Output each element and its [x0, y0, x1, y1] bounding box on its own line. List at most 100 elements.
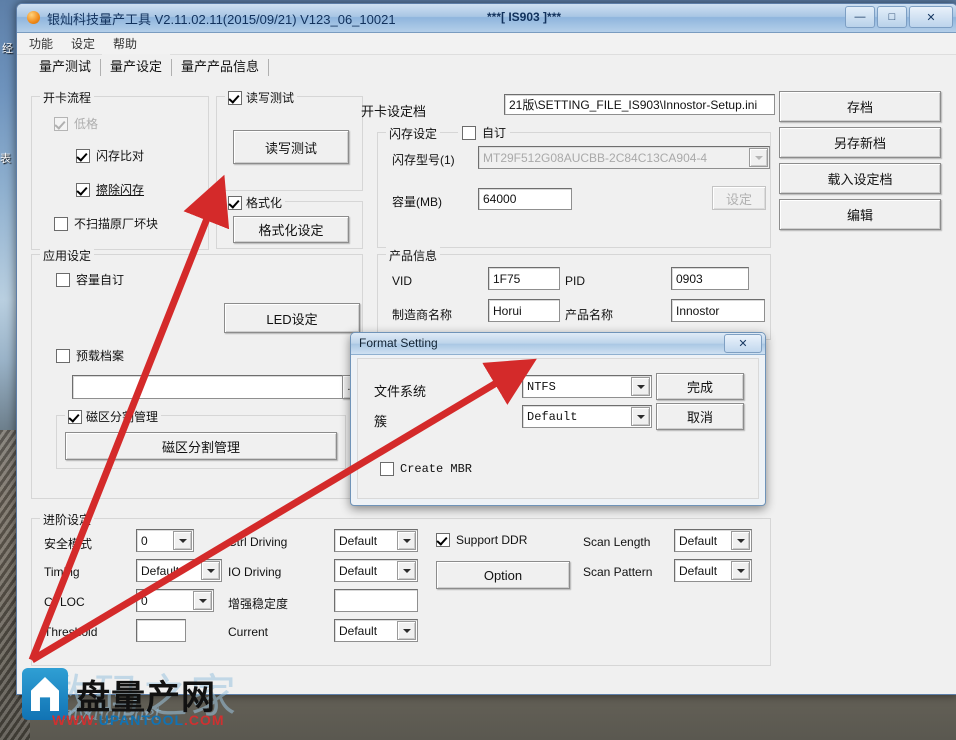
checkbox-flash-compare-box[interactable] — [76, 149, 90, 163]
scan-pattern-combo[interactable]: Default — [674, 559, 752, 582]
format-setting-button[interactable]: 格式化设定 — [233, 216, 349, 243]
checkbox-custom-capacity-label: 容量自订 — [76, 271, 124, 288]
menu-item-function[interactable]: 功能 — [29, 35, 53, 52]
title-bar[interactable]: 银灿科技量产工具 V2.11.02.11(2015/09/21) V123_06… — [17, 4, 956, 33]
chevron-down-icon[interactable] — [631, 377, 650, 396]
safe-mode-combo[interactable]: 0 — [136, 529, 194, 552]
save-as-button[interactable]: 另存新档 — [779, 127, 941, 158]
checkbox-create-mbr-box[interactable] — [380, 462, 394, 476]
chevron-down-icon[interactable] — [193, 591, 212, 610]
flash-capacity-input[interactable]: 64000 — [478, 188, 572, 210]
cluster-label: 簇 — [374, 411, 387, 430]
tab-product-info[interactable]: 量产产品信息 — [173, 54, 267, 78]
led-settings-button[interactable]: LED设定 — [224, 303, 360, 333]
checkbox-flash-compare[interactable]: 闪存比对 — [76, 147, 144, 164]
checkbox-support-ddr[interactable]: Support DDR — [436, 533, 527, 547]
flash-set-button[interactable]: 设定 — [712, 186, 766, 210]
product-name-label: 产品名称 — [565, 306, 613, 323]
dialog-title-bar[interactable]: Format Setting ✕ — [351, 333, 765, 355]
chevron-down-icon[interactable] — [173, 531, 192, 550]
chevron-down-icon[interactable] — [631, 407, 650, 426]
io-driving-combo[interactable]: Default — [334, 559, 418, 582]
checkbox-no-scan-factory-bad-block-box[interactable] — [54, 217, 68, 231]
checkbox-partition-manage[interactable] — [68, 410, 82, 424]
card-flow-group: 开卡流程 低格 闪存比对 擦除闪存 不扫描原厂坏块 — [31, 96, 209, 250]
checkbox-no-scan-factory-bad-block[interactable]: 不扫描原厂坏块 — [54, 215, 158, 232]
checkbox-low-format-box[interactable] — [54, 117, 68, 131]
rw-test-group: 读写测试 读写测试 — [216, 96, 363, 191]
timing-label: Timing — [44, 565, 80, 579]
flash-model-combo[interactable]: MT29F512G08AUCBB-2C84C13CA904-4 — [478, 146, 770, 169]
flash-capacity-label: 容量(MB) — [392, 193, 442, 210]
safe-mode-label: 安全模式 — [44, 535, 92, 552]
checkbox-format[interactable] — [228, 196, 242, 210]
filesystem-combo[interactable]: NTFS — [522, 375, 652, 398]
cluster-combo[interactable]: Default — [522, 405, 652, 428]
ctloc-label: CTLOC — [44, 595, 85, 609]
checkbox-custom-flash[interactable]: 自订 — [458, 124, 510, 141]
minimize-button[interactable]: — — [845, 6, 875, 28]
chevron-down-icon[interactable] — [201, 561, 220, 580]
app-settings-title: 应用设定 — [40, 247, 94, 264]
ctrl-driving-combo[interactable]: Default — [334, 529, 418, 552]
maximize-button[interactable]: □ — [877, 6, 907, 28]
window-title: 银灿科技量产工具 V2.11.02.11(2015/09/21) V123_06… — [47, 9, 396, 28]
checkbox-create-mbr[interactable]: Create MBR — [380, 462, 472, 476]
partition-manage-button[interactable]: 磁区分割管理 — [65, 432, 337, 460]
checkbox-preload-file[interactable]: 预载档案 — [56, 347, 124, 364]
chevron-down-icon[interactable] — [731, 531, 750, 550]
rw-test-button[interactable]: 读写测试 — [233, 130, 349, 164]
app-icon — [27, 11, 40, 24]
load-settings-button[interactable]: 载入设定档 — [779, 163, 941, 194]
partition-group: 磁区分割管理 磁区分割管理 — [56, 415, 346, 469]
close-button[interactable]: ✕ — [909, 6, 953, 28]
checkbox-erase-flash-box[interactable] — [76, 183, 90, 197]
checkbox-preload-file-label: 预载档案 — [76, 347, 124, 364]
menu-item-help[interactable]: 帮助 — [113, 35, 137, 52]
vid-input[interactable]: 1F75 — [488, 267, 560, 290]
option-button[interactable]: Option — [436, 561, 570, 589]
watermark-url-tld: .COM — [184, 712, 225, 728]
stability-label: 增强稳定度 — [228, 595, 288, 612]
checkbox-custom-capacity[interactable]: 容量自订 — [56, 271, 124, 288]
dialog-cancel-button[interactable]: 取消 — [656, 403, 744, 430]
current-combo[interactable]: Default — [334, 619, 418, 642]
chevron-down-icon[interactable] — [397, 561, 416, 580]
manufacturer-input[interactable]: Horui — [488, 299, 560, 322]
ctloc-combo[interactable]: 0 — [136, 589, 214, 612]
filesystem-value: NTFS — [527, 380, 556, 394]
partition-title[interactable]: 磁区分割管理 — [65, 408, 161, 425]
edit-button[interactable]: 编辑 — [779, 199, 941, 230]
setup-file-input[interactable]: 21版\SETTING_FILE_IS903\Innostor-Setup.in… — [504, 94, 775, 115]
checkbox-low-format[interactable]: 低格 — [54, 115, 98, 132]
threshold-input[interactable] — [136, 619, 186, 642]
product-name-input[interactable]: Innostor — [671, 299, 765, 322]
chevron-down-icon[interactable] — [397, 621, 416, 640]
cluster-value: Default — [527, 410, 577, 424]
checkbox-rw-test[interactable] — [228, 91, 242, 105]
format-title[interactable]: 格式化 — [225, 194, 285, 211]
app-settings-group: 应用设定 容量自订 LED设定 预载档案 ... 磁区分割管理 磁区分割管理 — [31, 254, 363, 499]
stability-input[interactable] — [334, 589, 418, 612]
chevron-down-icon[interactable] — [731, 561, 750, 580]
ctrl-driving-value: Default — [339, 534, 377, 548]
preload-file-input[interactable] — [72, 375, 346, 399]
pid-input[interactable]: 0903 — [671, 267, 749, 290]
save-button[interactable]: 存档 — [779, 91, 941, 122]
tab-production-test[interactable]: 量产测试 — [31, 54, 99, 78]
tab-production-settings[interactable]: 量产设定 — [102, 54, 170, 78]
chevron-down-icon[interactable] — [397, 531, 416, 550]
dialog-close-button[interactable]: ✕ — [724, 334, 762, 353]
dialog-ok-button[interactable]: 完成 — [656, 373, 744, 400]
checkbox-custom-capacity-box[interactable] — [56, 273, 70, 287]
checkbox-erase-flash[interactable]: 擦除闪存 — [76, 181, 144, 198]
menu-item-settings[interactable]: 设定 — [71, 35, 95, 52]
checkbox-support-ddr-box[interactable] — [436, 533, 450, 547]
checkbox-preload-file-box[interactable] — [56, 349, 70, 363]
rw-test-title[interactable]: 读写测试 — [225, 89, 297, 106]
chevron-down-icon[interactable] — [749, 148, 768, 167]
rw-test-title-label: 读写测试 — [246, 89, 294, 106]
timing-combo[interactable]: Default — [136, 559, 222, 582]
scan-length-combo[interactable]: Default — [674, 529, 752, 552]
checkbox-custom-flash-box[interactable] — [462, 126, 476, 140]
